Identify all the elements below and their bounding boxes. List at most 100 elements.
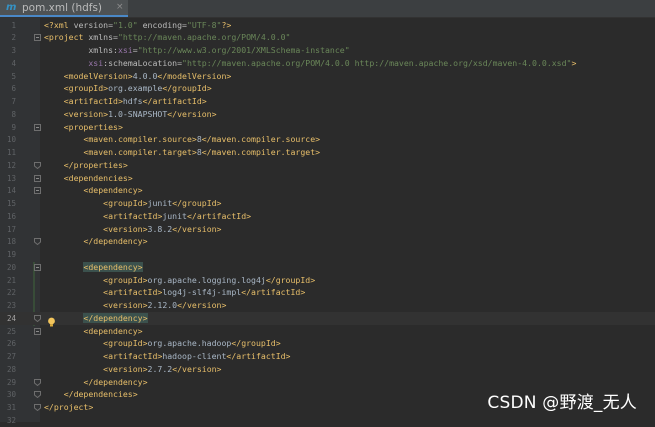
token-tag: </dependency> <box>83 236 148 247</box>
line-number: 25 <box>6 326 16 336</box>
token-tag: </modelVersion> <box>157 70 232 81</box>
token-tag: </artifactId> <box>241 287 306 298</box>
token-tag: </properties> <box>63 159 128 170</box>
token-tag: </artifactId> <box>186 210 252 221</box>
code-text: xmlns:xsi="http://www.w3.org/2001/XMLSch… <box>44 45 350 55</box>
code-line[interactable]: 5 <modelVersion>4.0.0</modelVersion> <box>0 70 655 83</box>
code-text: <dependencies> <box>44 173 133 183</box>
code-line[interactable]: 27 <artifactId>hadoop-client</artifactId… <box>0 350 655 363</box>
code-line[interactable]: 19 <box>0 248 655 261</box>
token-txt: junit <box>162 210 187 221</box>
code-line[interactable]: 11 <maven.compiler.target>8</maven.compi… <box>0 146 655 159</box>
code-line[interactable]: 28 <version>2.7.2</version> <box>0 363 655 376</box>
code-line[interactable]: 25 <dependency> <box>0 325 655 338</box>
code-line[interactable]: 20 <dependency> <box>0 261 655 274</box>
token-tag: </maven.compiler.target> <box>201 147 321 157</box>
token-tag: <dependency> <box>83 261 143 272</box>
fold-open-icon[interactable] <box>34 174 41 182</box>
code-line[interactable]: 7 <artifactId>hdfs</artifactId> <box>0 95 655 108</box>
line-number: 9 <box>11 122 16 132</box>
token-tag: <?xml <box>44 19 74 30</box>
line-number: 13 <box>6 173 16 183</box>
line-number: 10 <box>6 135 16 145</box>
fold-close-icon[interactable] <box>34 404 41 411</box>
tab-pom-xml[interactable]: m pom.xml (hdfs) × <box>0 0 128 17</box>
code-line[interactable]: 9 <properties> <box>0 121 655 134</box>
code-line[interactable]: 14 <dependency> <box>0 184 655 197</box>
token-tag: </dependency> <box>83 312 148 323</box>
fold-close-icon[interactable] <box>34 378 41 386</box>
token-ns: xsi <box>88 57 104 68</box>
code-line[interactable]: 8 <version>1.0-SNAPSHOT</version> <box>0 108 655 121</box>
code-line[interactable]: 21 <groupId>org.apache.logging.log4j</gr… <box>0 274 655 287</box>
fold-close-icon[interactable] <box>34 238 41 246</box>
fold-open-icon[interactable] <box>34 187 41 195</box>
code-line[interactable]: 3 xmlns:xsi="http://www.w3.org/2001/XMLS… <box>0 44 655 57</box>
fold-open-icon[interactable] <box>34 263 41 271</box>
code-line[interactable]: 29 </dependency> <box>0 376 655 389</box>
code-text: <artifactId>hadoop-client</artifactId> <box>44 351 290 361</box>
code-line[interactable]: 15 <groupId>junit</groupId> <box>0 197 655 210</box>
token-val: "http://www.w3.org/2001/XMLSchema-instan… <box>137 45 350 55</box>
code-line[interactable]: 1 <?xml version="1.0" encoding="UTF-8"?> <box>0 19 655 32</box>
line-number: 6 <box>11 84 16 94</box>
code-line[interactable]: 22 <artifactId>log4j-slf4j-impl</artifac… <box>0 286 655 299</box>
token-tag: </groupId> <box>231 338 281 349</box>
code-line[interactable]: 6 <groupId>org.example</groupId> <box>0 82 655 95</box>
code-line[interactable]: 10 <maven.compiler.source>8</maven.compi… <box>0 133 655 146</box>
code-text: <dependency> <box>44 185 143 196</box>
fold-close-icon[interactable] <box>34 391 41 399</box>
code-line[interactable]: 2 <project xmlns="http://maven.apache.org… <box>0 31 655 44</box>
code-line[interactable]: 12 </properties> <box>0 159 655 172</box>
code-line[interactable]: 23 <version>2.12.0</version> <box>0 299 655 312</box>
code-line[interactable]: 18 </dependency> <box>0 235 655 248</box>
code-line[interactable]: 26 <groupId>org.apache.hadoop</groupId> <box>0 337 655 350</box>
code-line[interactable]: 16 <artifactId>junit</artifactId> <box>0 210 655 223</box>
token-val: "UTF-8" <box>186 19 222 30</box>
token-txt: 3.8.2 <box>147 223 173 234</box>
code-text: </dependency> <box>44 312 148 323</box>
token-tag: ?> <box>221 19 232 30</box>
token-tag: </groupId> <box>265 274 316 285</box>
fold-open-icon[interactable] <box>34 34 41 42</box>
code-line[interactable]: 17 <version>3.8.2</version> <box>0 223 655 236</box>
token-tag: <version> <box>103 363 148 374</box>
fold-close-icon[interactable] <box>34 161 41 169</box>
fold-open-icon[interactable] <box>34 327 41 335</box>
maven-m-icon: m <box>6 2 17 13</box>
code-line[interactable]: 24 </dependency> <box>0 311 655 327</box>
token-tag: <maven.compiler.target> <box>83 147 197 157</box>
code-text: </properties> <box>44 160 128 170</box>
line-number: 22 <box>6 288 16 298</box>
token-txt: hadoop-client <box>162 351 227 361</box>
token-tag: </artifactId> <box>142 96 207 106</box>
code-line[interactable]: 32 <box>0 414 655 427</box>
token-val: "http://maven.apache.org/POM/4.0.0 http:… <box>182 57 572 68</box>
fold-close-icon[interactable] <box>34 314 41 322</box>
line-number: 15 <box>6 199 16 208</box>
token-tag: </maven.compiler.source> <box>201 134 321 145</box>
token-tag: <artifactId> <box>103 287 163 298</box>
code-line[interactable]: 13 <dependencies> <box>0 172 655 185</box>
fold-open-icon[interactable] <box>34 123 41 131</box>
token-tag: <dependency> <box>83 185 143 196</box>
close-icon[interactable]: × <box>116 2 124 12</box>
code-text: xsi:schemaLocation="http://maven.apache.… <box>44 58 576 68</box>
code-line[interactable]: 4 xsi:schemaLocation="http://maven.apach… <box>0 57 655 70</box>
line-number: 28 <box>6 364 16 374</box>
token-tag: <dependency> <box>83 325 143 336</box>
